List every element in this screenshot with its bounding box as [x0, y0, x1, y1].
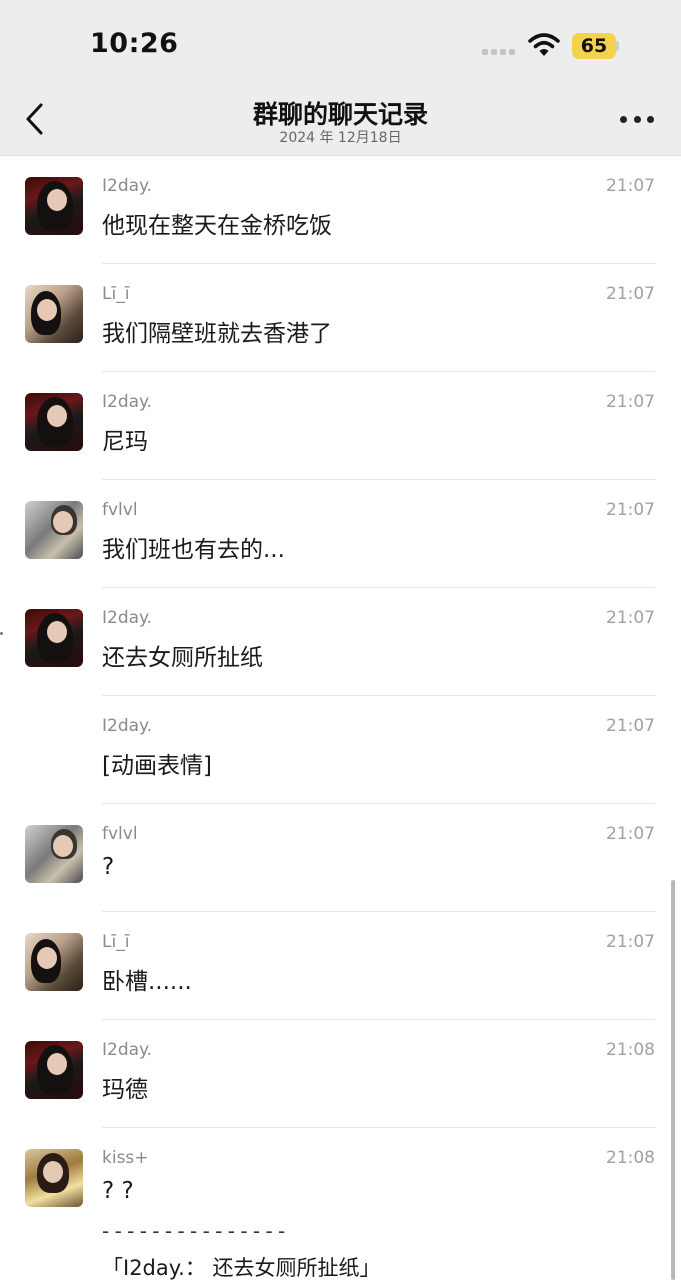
- list-item[interactable]: I2day. 21:07 还去女厕所扯纸: [0, 588, 681, 696]
- sender-name: kiss+: [102, 1148, 149, 1168]
- status-time: 10:26: [90, 28, 179, 59]
- message-time: 21:07: [606, 176, 655, 196]
- cellular-signal-icon: [482, 49, 515, 55]
- message-time: 21:08: [606, 1040, 655, 1060]
- list-item[interactable]: I2day. 21:07 [动画表情]: [0, 696, 681, 804]
- avatar[interactable]: [25, 177, 83, 235]
- message-time: 21:07: [606, 284, 655, 304]
- battery-level: 65: [572, 33, 616, 59]
- avatar[interactable]: [25, 609, 83, 667]
- avatar[interactable]: [25, 393, 83, 451]
- message-time: 21:07: [606, 608, 655, 628]
- list-item[interactable]: I2day. 21:07 他现在整天在金桥吃饭: [0, 156, 681, 264]
- message-time: 21:07: [606, 500, 655, 520]
- message-text: 玛德: [102, 1077, 148, 1103]
- scrollbar[interactable]: [671, 880, 675, 1280]
- message-text: 我们班也有去的...: [102, 537, 285, 563]
- sender-name: I2day.: [102, 608, 153, 628]
- avatar[interactable]: [25, 285, 83, 343]
- page-title: 群聊的聊天记录: [252, 100, 428, 129]
- list-item[interactable]: fvlvl 21:07 我们班也有去的...: [0, 480, 681, 588]
- sender-name: fvlvl: [102, 500, 138, 520]
- avatar[interactable]: [25, 1041, 83, 1099]
- more-options-icon[interactable]: [620, 112, 654, 126]
- list-item[interactable]: Lī_ī 21:07 我们隔壁班就去香港了: [0, 264, 681, 372]
- quote-divider: - - - - - - - - - - - - - - -: [102, 1219, 285, 1243]
- avatar[interactable]: [25, 933, 83, 991]
- message-text: ? ?: [102, 1178, 134, 1204]
- top-bar: 10:26 65 群聊的聊天记录 2024 年 12月18日: [0, 0, 681, 156]
- message-text: 卧槽......: [102, 969, 192, 995]
- edge-marker: [0, 632, 3, 635]
- message-time: 21:08: [606, 1148, 655, 1168]
- sender-name: I2day.: [102, 1040, 153, 1060]
- sender-name: fvlvl: [102, 824, 138, 844]
- message-time: 21:07: [606, 392, 655, 412]
- sender-name: I2day.: [102, 176, 153, 196]
- avatar[interactable]: [25, 1149, 83, 1207]
- page-date: 2024 年 12月18日: [279, 130, 402, 146]
- sender-name: I2day.: [102, 392, 153, 412]
- message-text: 尼玛: [102, 429, 148, 455]
- list-item[interactable]: Lī_ī 21:07 卧槽......: [0, 912, 681, 1020]
- sender-name: Lī_ī: [102, 284, 130, 304]
- list-item[interactable]: I2day. 21:07 尼玛: [0, 372, 681, 480]
- wifi-icon: [528, 33, 560, 56]
- message-text: 还去女厕所扯纸: [102, 645, 263, 671]
- list-item[interactable]: kiss+ 21:08 ? ? - - - - - - - - - - - - …: [0, 1128, 681, 1280]
- message-time: 21:07: [606, 716, 655, 736]
- avatar[interactable]: [25, 501, 83, 559]
- message-text: 我们隔壁班就去香港了: [102, 321, 332, 347]
- message-text: [动画表情]: [102, 753, 212, 779]
- avatar[interactable]: [25, 825, 83, 883]
- message-time: 21:07: [606, 824, 655, 844]
- sender-name: Lī_ī: [102, 932, 130, 952]
- list-item[interactable]: fvlvl 21:07 ?: [0, 804, 681, 912]
- sender-name: I2day.: [102, 716, 153, 736]
- message-text: 他现在整天在金桥吃饭: [102, 213, 332, 239]
- message-text: ?: [102, 854, 115, 880]
- list-item[interactable]: I2day. 21:08 玛德: [0, 1020, 681, 1128]
- message-time: 21:07: [606, 932, 655, 952]
- message-list: I2day. 21:07 他现在整天在金桥吃饭 Lī_ī 21:07 我们隔壁班…: [0, 156, 681, 1280]
- battery-icon: 65: [572, 33, 620, 59]
- quoted-message: 「I2day.： 还去女厕所扯纸」: [102, 1256, 381, 1280]
